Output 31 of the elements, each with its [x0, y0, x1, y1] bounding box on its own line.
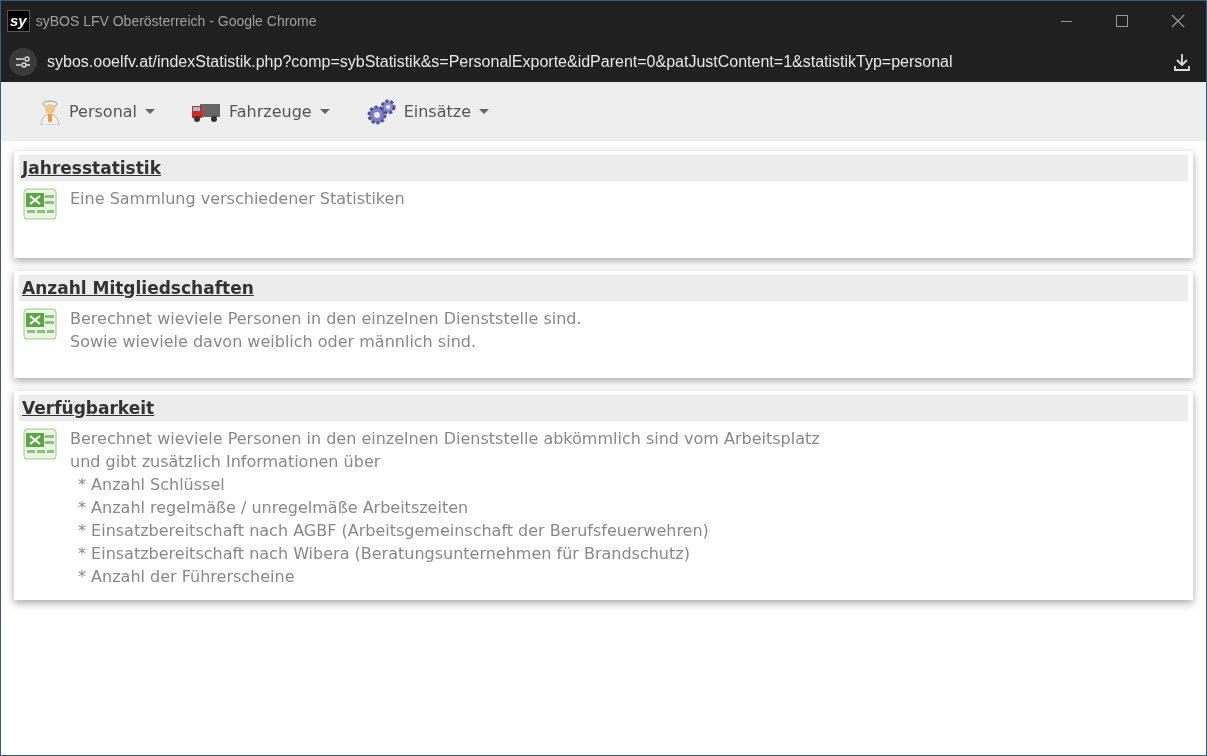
- bullet-item: * Anzahl regelmäße / unregelmäße Arbeitszeiten: [77, 497, 470, 519]
- card-title-link[interactable]: Verfügbarkeit: [22, 395, 155, 421]
- tune-icon: [15, 55, 31, 68]
- spreadsheet-icon: [22, 427, 58, 461]
- bullet-item: * Anzahl der Führerscheine: [77, 566, 296, 588]
- description-text: und gibt zusätzlich Informationen über: [70, 451, 382, 473]
- url-text[interactable]: sybos.ooelfv.at/indexStatistik.php?comp=sybStatistik&s=PersonalExporte&idParent=0&patJustContent=1&statistikTyp=personal: [47, 49, 953, 74]
- description-text: Berechnet wieviele Personen in den einzelnen Dienststelle abkömmlich sind vom Arbeitsplatz: [70, 428, 820, 450]
- window-title: syBOS LFV Oberösterreich - Google Chrome: [35, 11, 317, 31]
- caret-icon: [145, 108, 155, 115]
- description-text: Sowie wieviele davon weiblich oder männlich sind.: [70, 331, 477, 353]
- download-icon: [1172, 51, 1192, 72]
- description-text: Berechnet wieviele Personen in den einzelnen Dienststelle sind.: [70, 308, 582, 330]
- close-icon: [1171, 14, 1185, 28]
- gears-icon: [365, 98, 396, 125]
- menu-item[interactable]: Personal: [39, 98, 155, 125]
- card-title-link[interactable]: Anzahl Mitgliedschaften: [22, 275, 254, 301]
- menu-item[interactable]: Fahrzeuge: [191, 99, 330, 124]
- card-title-link[interactable]: Jahresstatistik: [22, 155, 161, 181]
- person-icon: [39, 98, 61, 125]
- menu-item[interactable]: Einsätze: [365, 98, 489, 125]
- caret-icon: [319, 108, 330, 115]
- app-logo: sy: [7, 10, 30, 32]
- bullet-item: * Anzahl Schlüssel: [77, 474, 226, 496]
- bullet-item: * Einsatzbereitschaft nach AGBF (Arbeitsgemeinschaft der Berufsfeuerwehren): [77, 520, 710, 542]
- spreadsheet-icon: [22, 307, 58, 341]
- bullet-item: * Einsatzbereitschaft nach Wibera (Beratungsunternehmen für Brandschutz): [77, 543, 691, 565]
- spreadsheet-icon: [22, 187, 58, 221]
- description-text: Eine Sammlung verschiedener Statistiken: [70, 188, 405, 210]
- site-info-button[interactable]: [9, 47, 37, 76]
- caret-icon: [479, 108, 489, 115]
